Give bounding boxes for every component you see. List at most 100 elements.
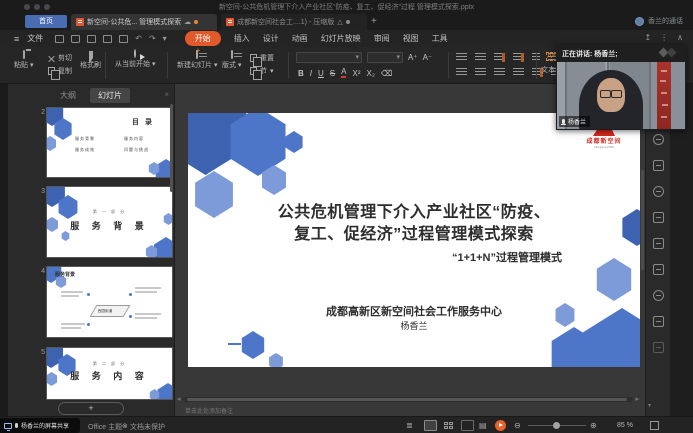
tab-animation[interactable]: 动画 — [292, 33, 308, 44]
slide-thumbnail-2[interactable]: 目 录 服务背景 服务内容 服务成效 问题与挑战 — [46, 107, 173, 178]
notes-placeholder[interactable]: 单击此处添加备注 — [185, 406, 233, 415]
zoom-out-icon[interactable]: ⊖ — [514, 421, 521, 430]
notes-toggle-icon[interactable]: ≣ — [406, 421, 413, 430]
slides-tab[interactable]: 幻灯片 — [90, 88, 130, 103]
tab-tools[interactable]: 工具 — [432, 33, 448, 44]
meeting-video-window[interactable]: 正在讲话: 杨香兰; 杨香兰 — [556, 45, 686, 130]
screen-share-indicator[interactable]: 杨香兰的屏幕共享 — [0, 418, 80, 433]
slide-subtitle[interactable]: “1+1+N”过程管理模式 — [452, 249, 562, 265]
doc-tab-current[interactable]: 新空间-公共危... 管理模式探索 ☁ — [71, 14, 217, 30]
file-menu[interactable]: 文件 — [27, 33, 43, 44]
cut-button[interactable]: 剪切 — [48, 53, 72, 63]
home-panel-icon[interactable] — [653, 238, 664, 249]
section-button[interactable]: 节 ▾ — [250, 66, 274, 76]
bold-button[interactable]: B — [298, 69, 304, 78]
call-status[interactable]: 香兰的通话 — [635, 16, 683, 26]
new-slide-button[interactable]: 新建幻灯片 ▾ — [177, 51, 217, 70]
strikethrough-button[interactable]: S — [330, 69, 335, 78]
close-panel-icon[interactable]: × — [164, 90, 169, 99]
subscript-button[interactable]: X₂ — [366, 69, 374, 78]
tab-view[interactable]: 视图 — [403, 33, 419, 44]
zoom-in-icon[interactable]: ⊕ — [590, 421, 597, 430]
horizontal-scrollbar[interactable] — [183, 397, 633, 402]
save-icon[interactable] — [71, 35, 80, 43]
slide-thumbnail-5[interactable]: 第 二 部 分 服 务 内 容 — [46, 347, 173, 400]
slide-sorter-icon[interactable] — [444, 422, 453, 429]
normal-view-button[interactable] — [424, 420, 437, 431]
box-panel-icon[interactable] — [653, 342, 664, 353]
reset-button[interactable]: 重置 — [250, 53, 274, 63]
layout-button[interactable]: 版式 ▾ — [222, 51, 241, 70]
play-from-current-button[interactable]: 从当前开始 ▾ — [115, 50, 155, 69]
align-center-icon[interactable] — [475, 68, 486, 77]
current-slide[interactable]: 成都新空间 Chengdu N-ZONE 公共危机管理下介入产业社区“防疫、 复… — [188, 113, 640, 367]
font-increase-button[interactable]: A⁺ — [408, 53, 418, 62]
image-panel-icon[interactable] — [653, 316, 664, 327]
more-options-icon[interactable]: ⋮ — [660, 33, 668, 42]
format-painter-button[interactable]: 格式刷 — [80, 51, 101, 70]
zoom-slider-handle[interactable] — [553, 422, 560, 429]
clear-format-button[interactable]: ⌫ — [381, 69, 392, 78]
home-button[interactable]: 首页 — [25, 15, 67, 28]
slide-thumbnail-4[interactable]: 服务背景 西园街道 — [46, 266, 173, 338]
align-justify-icon[interactable] — [513, 68, 524, 77]
reading-view-button[interactable] — [461, 420, 474, 431]
protect-label[interactable]: 文档未保护 — [130, 422, 165, 432]
output-icon[interactable] — [87, 35, 96, 43]
settings-sliders-icon[interactable] — [653, 264, 664, 275]
profile-panel-icon[interactable] — [653, 186, 664, 197]
font-size-select[interactable] — [367, 52, 403, 63]
numbering-icon[interactable] — [475, 53, 486, 62]
open-file-icon[interactable] — [55, 35, 64, 43]
tab-review[interactable]: 审阅 — [374, 33, 390, 44]
share-icon[interactable]: ↥ — [644, 33, 651, 42]
fullscreen-icon[interactable] — [650, 421, 659, 430]
font-color-button[interactable]: A — [341, 68, 346, 78]
collapse-ribbon-icon[interactable]: ∧ — [677, 33, 683, 42]
slide-thumbnail-3[interactable]: 第 一 部 分 服 务 背 景 — [46, 186, 173, 258]
undo-icon[interactable]: ↶ — [135, 34, 142, 43]
tab-slideshow[interactable]: 幻灯片放映 — [321, 33, 361, 44]
theme-label[interactable]: Office 主题 — [88, 422, 122, 432]
print-icon[interactable] — [103, 35, 112, 43]
italic-button[interactable]: I — [310, 69, 312, 78]
hamburger-menu-icon[interactable]: ≡ — [14, 34, 19, 44]
align-right-icon[interactable] — [494, 68, 505, 77]
font-decrease-button[interactable]: A⁻ — [423, 53, 433, 62]
add-slide-button[interactable]: + — [58, 402, 124, 415]
participant-video[interactable]: 杨香兰 — [557, 62, 685, 129]
meeting-header[interactable]: 正在讲话: 杨香兰; — [556, 45, 686, 62]
hscroll-left-icon[interactable]: ◂ — [177, 395, 181, 403]
slide-author[interactable]: 杨香兰 — [188, 319, 640, 332]
copy-button[interactable]: 复制 — [48, 66, 72, 76]
history-clock-icon[interactable] — [653, 290, 664, 301]
sidebar-more-icon[interactable]: ▾ — [648, 402, 651, 409]
tab-home[interactable]: 开始 — [185, 31, 221, 46]
slideshow-play-button[interactable] — [495, 420, 506, 431]
tab-design[interactable]: 设计 — [263, 33, 279, 44]
new-tab-button[interactable]: + — [371, 16, 377, 27]
doc-tab-other[interactable]: 成都新空间社会工....1) - 压缩版 △ — [221, 14, 367, 30]
vertical-scrollbar[interactable] — [641, 170, 644, 270]
slide-title-line2[interactable]: 复工、促经济”过程管理模式探索 — [188, 220, 640, 244]
align-left-icon[interactable] — [456, 68, 467, 77]
superscript-button[interactable]: X² — [352, 69, 360, 78]
resource-panel-icon[interactable] — [653, 160, 664, 171]
chat-panel-icon[interactable] — [653, 134, 664, 145]
paste-button[interactable]: 粘贴 ▾ — [14, 51, 33, 70]
quickbar-more-icon[interactable]: ▾ — [163, 34, 167, 43]
comment-panel-icon[interactable] — [653, 212, 664, 223]
tab-insert[interactable]: 插入 — [234, 33, 250, 44]
underline-button[interactable]: U — [318, 69, 324, 78]
indent-decrease-icon[interactable] — [494, 53, 505, 62]
panel-scrollbar[interactable] — [170, 104, 173, 192]
preview-icon[interactable] — [119, 35, 128, 43]
zoom-level[interactable]: 85 % — [617, 422, 633, 429]
presenter-view-icon[interactable]: ▤ — [479, 421, 487, 430]
outline-tab[interactable]: 大纲 — [52, 88, 84, 103]
hscroll-right-icon[interactable]: ▸ — [635, 395, 639, 403]
bullets-icon[interactable] — [456, 53, 467, 62]
font-family-select[interactable] — [296, 52, 362, 63]
indent-increase-icon[interactable] — [513, 53, 524, 62]
slide-org[interactable]: 成都高新区新空间社会工作服务中心 — [188, 303, 640, 319]
